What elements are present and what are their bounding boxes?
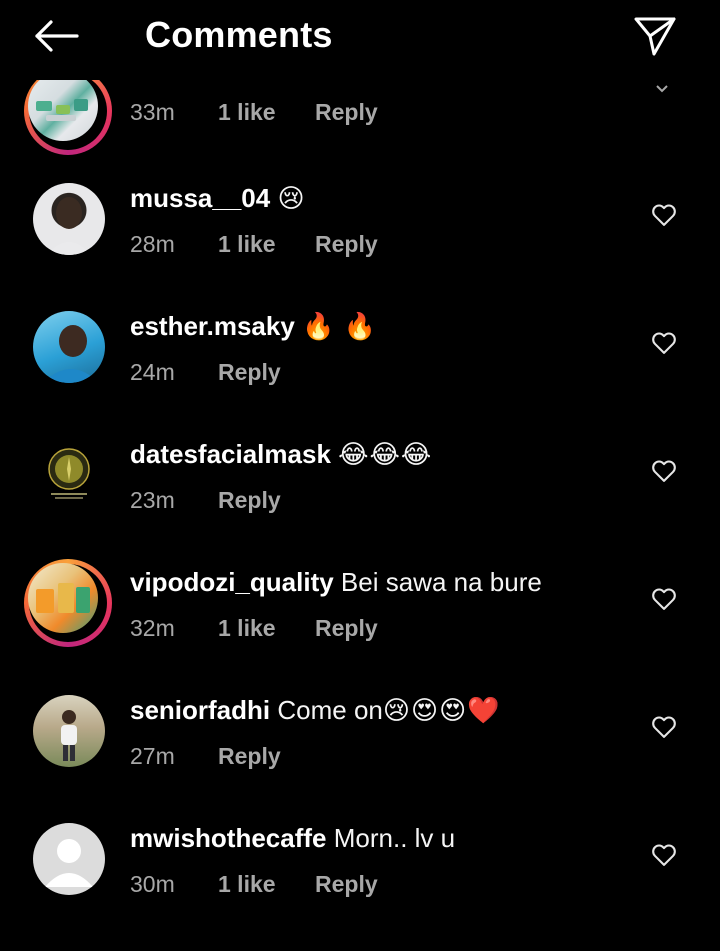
page-title: Comments xyxy=(145,14,333,55)
heart-outline-icon[interactable] xyxy=(650,713,678,741)
comment-time: 30m xyxy=(130,871,175,897)
comment-username[interactable]: esther.msaky xyxy=(130,311,295,341)
heart-outline-icon[interactable] xyxy=(650,585,678,613)
default-avatar-icon xyxy=(45,839,93,887)
comment-meta: 28m 1 like Reply xyxy=(130,231,378,258)
avatar-image-icon xyxy=(43,325,99,383)
comment-meta: 33m 1 like Reply xyxy=(130,99,378,126)
comment-emoji: 😢 xyxy=(277,183,306,213)
comment-item: datesfacialmask 😂😂😂 23m Reply xyxy=(0,439,720,567)
comment-likes[interactable]: 1 like xyxy=(218,871,315,898)
comment-username[interactable]: mussa__04 xyxy=(130,183,270,213)
comment-body: Bei sawa na bure xyxy=(340,567,542,597)
avatar[interactable] xyxy=(33,183,105,255)
reply-button[interactable]: Reply xyxy=(315,615,378,642)
reply-button[interactable]: Reply xyxy=(218,743,281,770)
avatar[interactable] xyxy=(33,695,105,767)
comment-username[interactable]: seniorfadhi xyxy=(130,695,270,725)
comment-text-line: seniorfadhi Come on😢😍😍❤️ xyxy=(130,695,501,726)
avatar-image-icon xyxy=(47,197,91,255)
comment-username[interactable]: datesfacialmask xyxy=(130,439,331,469)
comment-time: 33m xyxy=(130,99,175,125)
comment-item: 33m 1 like Reply xyxy=(0,67,720,195)
share-button[interactable] xyxy=(630,12,680,60)
comment-body: Morn.. lv u xyxy=(333,823,456,853)
comment-text-line: mussa__04 😢 xyxy=(130,183,306,214)
comment-emoji: 😢😍😍❤️ xyxy=(382,695,501,725)
avatar-image-icon xyxy=(36,99,88,121)
comment-text-line: mwishothecaffe Morn.. lv u xyxy=(130,823,455,854)
avatar[interactable] xyxy=(24,67,112,155)
comment-time: 24m xyxy=(130,359,175,385)
comment-text-line: esther.msaky 🔥 🔥 xyxy=(130,311,377,342)
chevron-down-icon[interactable] xyxy=(654,83,670,95)
reply-button[interactable]: Reply xyxy=(315,231,378,258)
top-bar: Comments xyxy=(0,0,720,80)
comment-body: Come on xyxy=(277,695,383,725)
avatar-image-icon xyxy=(61,710,77,761)
comment-meta: 27m Reply xyxy=(130,743,281,770)
comment-meta: 23m Reply xyxy=(130,487,281,514)
comments-list: 33m 1 like Reply mussa__04 😢 28m 1 like Repl… xyxy=(0,0,720,922)
avatar-image-icon xyxy=(36,583,90,613)
comment-time: 27m xyxy=(130,743,175,769)
heart-outline-icon[interactable] xyxy=(650,201,678,229)
brand-logo-icon xyxy=(48,448,90,499)
comment-text-line: datesfacialmask 😂😂😂 xyxy=(130,439,432,470)
reply-button[interactable]: Reply xyxy=(218,359,281,386)
comment-time: 32m xyxy=(130,615,175,641)
heart-outline-icon[interactable] xyxy=(650,329,678,357)
comment-item: seniorfadhi Come on😢😍😍❤️ 27m Reply xyxy=(0,695,720,823)
comment-meta: 24m Reply xyxy=(130,359,281,386)
avatar[interactable] xyxy=(33,439,105,511)
comment-item: esther.msaky 🔥 🔥 24m Reply xyxy=(0,311,720,439)
comment-meta: 30m 1 like Reply xyxy=(130,871,378,898)
reply-button[interactable]: Reply xyxy=(315,99,378,126)
reply-button[interactable]: Reply xyxy=(218,487,281,514)
comment-username[interactable]: mwishothecaffe xyxy=(130,823,327,853)
heart-outline-icon[interactable] xyxy=(650,841,678,869)
paper-plane-icon xyxy=(634,17,676,56)
comment-likes[interactable]: 1 like xyxy=(218,231,315,258)
comment-text-line: vipodozi_quality Bei sawa na bure xyxy=(130,567,542,598)
arrow-left-icon xyxy=(35,20,79,52)
heart-outline-icon[interactable] xyxy=(650,457,678,485)
back-button[interactable] xyxy=(30,14,82,58)
avatar[interactable] xyxy=(24,559,112,647)
avatar[interactable] xyxy=(33,311,105,383)
comment-likes[interactable]: 1 like xyxy=(218,615,315,642)
comment-meta: 32m 1 like Reply xyxy=(130,615,378,642)
comment-username[interactable]: vipodozi_quality xyxy=(130,567,334,597)
comment-emoji: 🔥 🔥 xyxy=(302,311,378,341)
comment-time: 28m xyxy=(130,231,175,257)
comment-time: 23m xyxy=(130,487,175,513)
comment-emoji: 😂😂😂 xyxy=(338,439,433,469)
comment-item: vipodozi_quality Bei sawa na bure 32m 1 l… xyxy=(0,559,720,695)
comment-item: mussa__04 😢 28m 1 like Reply xyxy=(0,183,720,311)
reply-button[interactable]: Reply xyxy=(315,871,378,898)
comment-likes[interactable]: 1 like xyxy=(218,99,315,126)
avatar[interactable] xyxy=(33,823,105,895)
comment-item: mwishothecaffe Morn.. lv u 30m 1 like Repl… xyxy=(0,823,720,951)
